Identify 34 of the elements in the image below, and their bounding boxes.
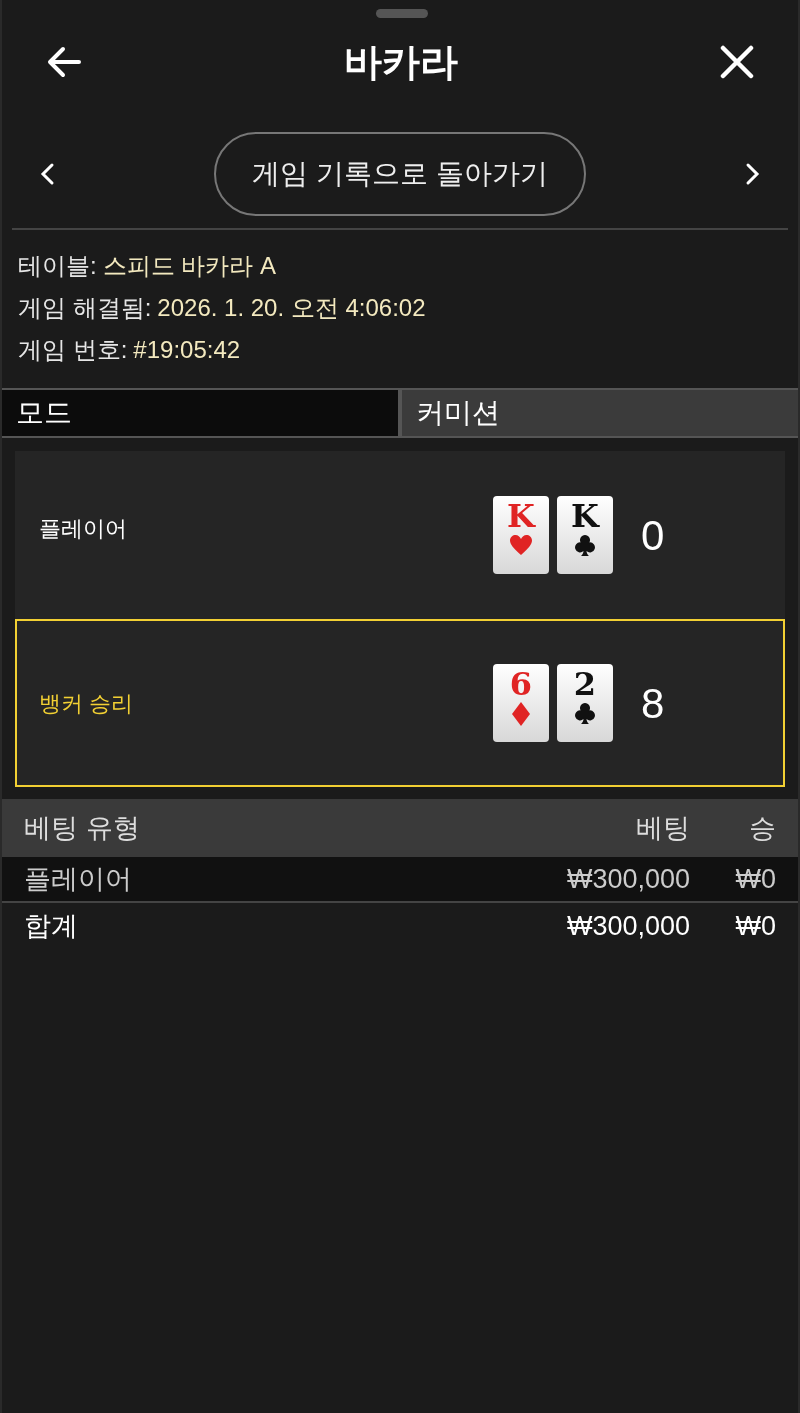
info-value: 2026. 1. 20. 오전 4:06:02 (157, 293, 426, 323)
info-value: 스피드 바카라 A (102, 251, 276, 281)
playing-card: K (557, 496, 613, 574)
column-header: 승 (748, 811, 776, 845)
drag-handle[interactable] (376, 9, 428, 18)
table-cell-text: ₩0 (734, 862, 776, 896)
info-label: 테이블: (18, 251, 97, 281)
table-cell-text: ₩300,000 (566, 862, 690, 896)
heart-icon (509, 534, 533, 558)
club-icon (573, 702, 597, 726)
playing-card: 6 (493, 664, 549, 742)
info-value: #19:05:42 (133, 335, 241, 365)
tab[interactable]: 커미션 (398, 390, 798, 436)
table-cell-text: 플레이어 (24, 862, 133, 896)
info-label: 게임 해결됨: (18, 293, 152, 323)
back-icon[interactable] (46, 44, 82, 80)
total-cell-text: ₩0 (734, 909, 776, 943)
window-title: 바카라 (344, 39, 458, 85)
column-header: 베팅 (636, 811, 690, 845)
hand-label: 플레이어 (39, 514, 128, 543)
close-icon[interactable] (720, 45, 754, 79)
playing-card: K (493, 496, 549, 574)
info-label: 게임 번호: (18, 335, 128, 365)
back-to-history-button[interactable]: 게임 기록으로 돌아가기 (214, 132, 586, 216)
total-cell-text: 합계 (24, 909, 79, 943)
playing-card: 2 (557, 664, 613, 742)
diamond-icon (509, 702, 533, 726)
total-cell-text: ₩300,000 (566, 909, 690, 943)
hand-score: 0 (641, 510, 665, 561)
hand-score: 8 (641, 678, 665, 729)
club-icon (573, 534, 597, 558)
hand-label: 뱅커 승리 (39, 689, 135, 718)
tab[interactable]: 모드 (2, 390, 398, 436)
column-header: 베팅 유형 (24, 811, 141, 845)
